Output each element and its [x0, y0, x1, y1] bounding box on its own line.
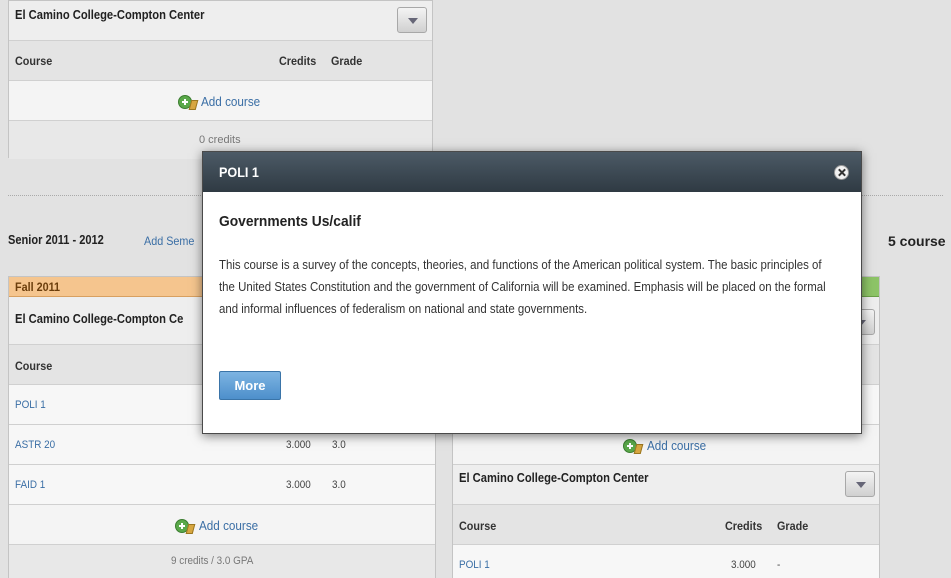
- spring-school-header: El Camino College-Compton Center: [453, 465, 879, 505]
- course-grade: -: [777, 559, 781, 571]
- spring-col-credits: Credits: [725, 519, 763, 533]
- course-credits: 3.000: [286, 479, 311, 491]
- course-link[interactable]: FAID 1: [15, 479, 45, 491]
- spring-col-grade: Grade: [777, 519, 809, 533]
- pencil-icon: [185, 524, 196, 534]
- course-link[interactable]: POLI 1: [15, 399, 46, 411]
- more-button[interactable]: More: [219, 371, 281, 400]
- course-credits: 3.000: [286, 439, 311, 451]
- add-course-row[interactable]: Add course: [9, 81, 432, 121]
- pencil-icon: [633, 444, 644, 454]
- fall-summary-row: 9 credits / 3.0 GPA: [9, 545, 435, 578]
- col-credits-header: Credits: [279, 54, 317, 68]
- spring-school-name: El Camino College-Compton Center: [459, 470, 649, 485]
- table-row[interactable]: POLI 1 3.000 -: [453, 545, 879, 578]
- col-grade-header: Grade: [331, 54, 363, 68]
- add-course-link[interactable]: Add course: [647, 438, 706, 453]
- spring-col-course: Course: [459, 519, 497, 533]
- fall-add-course-row[interactable]: Add course: [9, 505, 435, 545]
- modal-header: POLI 1: [203, 152, 861, 192]
- course-credits: 3.000: [731, 559, 756, 571]
- courses-count: 5 course: [888, 233, 946, 249]
- spring-school-dropdown-button[interactable]: [845, 471, 875, 497]
- credits-summary: 0 credits: [199, 134, 241, 146]
- fall-summary: 9 credits / 3.0 GPA: [171, 555, 254, 567]
- school-dropdown-button[interactable]: [397, 7, 427, 33]
- course-description: This course is a survey of the concepts,…: [219, 257, 826, 316]
- fall-school-name: El Camino College-Compton Ce: [15, 311, 184, 326]
- school-header: El Camino College-Compton Center: [9, 1, 432, 41]
- fall-col-course: Course: [15, 359, 53, 373]
- course-link[interactable]: ASTR 20: [15, 439, 55, 451]
- year-label: Senior 2011 - 2012: [8, 232, 104, 247]
- course-grade: 3.0: [332, 479, 346, 491]
- close-icon[interactable]: [834, 165, 849, 180]
- table-row[interactable]: FAID 1 3.000 3.0: [9, 465, 435, 505]
- course-name: Governments Us/calif: [219, 213, 361, 230]
- col-course-header: Course: [15, 54, 53, 68]
- add-course-link[interactable]: Add course: [199, 518, 258, 533]
- school-name: El Camino College-Compton Center: [15, 7, 205, 22]
- modal-title: POLI 1: [219, 164, 259, 180]
- top-school-block: El Camino College-Compton Center Course …: [8, 0, 433, 159]
- course-link[interactable]: POLI 1: [459, 559, 490, 571]
- pencil-icon: [188, 100, 199, 110]
- fall-term-label: Fall 2011: [15, 280, 61, 294]
- course-table-header: Course Credits Grade: [9, 41, 432, 81]
- add-semester-link[interactable]: Add Seme: [144, 234, 194, 248]
- course-grade: 3.0: [332, 439, 346, 451]
- course-details-modal: POLI 1 Governments Us/calif This course …: [202, 151, 862, 434]
- add-course-link[interactable]: Add course: [201, 94, 260, 109]
- spring-table-header: Course Credits Grade: [453, 505, 879, 545]
